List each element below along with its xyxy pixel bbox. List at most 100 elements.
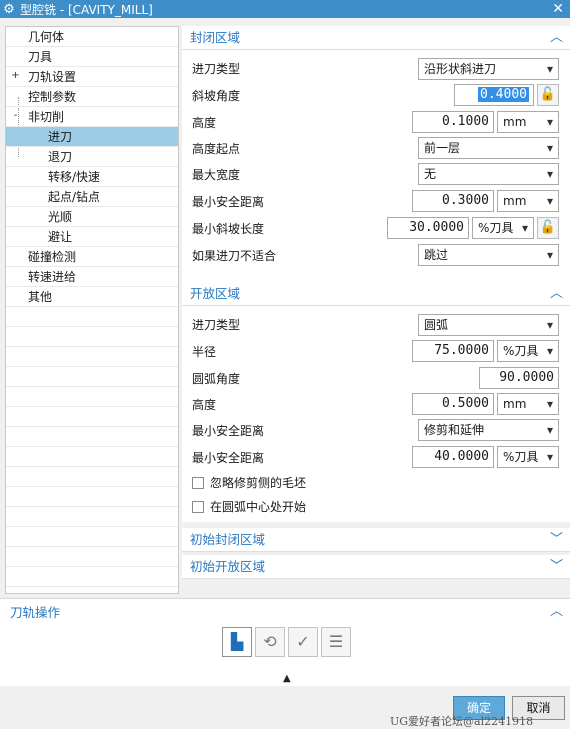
closed-area-header[interactable]: 封闭区域 ︿ xyxy=(182,26,570,50)
closed-entry-type-select[interactable]: 沿形状斜进刀 xyxy=(418,58,559,80)
open-area-header[interactable]: 开放区域 ︿ xyxy=(182,282,570,306)
tree-empty-row xyxy=(6,447,178,467)
toolpath-operations-title: 刀轨操作 xyxy=(10,605,61,620)
tree-empty-row xyxy=(6,467,178,487)
collapse-up-icon[interactable]: ︿ xyxy=(550,26,563,50)
tree-empty-row xyxy=(6,567,178,587)
radius-unit-select[interactable]: %刀具 xyxy=(497,340,559,362)
list-toolpath-icon[interactable]: ☰ xyxy=(321,627,351,657)
initial-closed-area-title: 初始封闭区域 xyxy=(190,532,266,547)
tree-item[interactable]: - 非切削 xyxy=(6,107,178,127)
tree-empty-row xyxy=(6,487,178,507)
tree-item[interactable]: 碰撞检测 xyxy=(6,247,178,267)
tree-empty-row xyxy=(6,407,178,427)
collapse-icon[interactable]: - xyxy=(11,111,20,121)
if-entry-fails-select[interactable]: 跳过 xyxy=(418,244,559,266)
radius-input[interactable]: 75.0000 xyxy=(412,340,494,362)
tree-item[interactable]: 转移/快速 xyxy=(6,167,178,187)
open-entry-type-select[interactable]: 圆弧 xyxy=(418,314,559,336)
initial-open-area-header[interactable]: 初始开放区域 ﹀ xyxy=(182,555,570,579)
tree-item-label: 进刀 xyxy=(48,130,73,144)
tree-item-label: 光顺 xyxy=(48,210,73,224)
open-height-input[interactable]: 0.5000 xyxy=(412,393,494,415)
tree-empty-row xyxy=(6,427,178,447)
tree-empty-row xyxy=(6,527,178,547)
gear-icon[interactable]: ⚙ xyxy=(0,0,18,18)
confirm-toolpath-icon[interactable]: ✓ xyxy=(288,627,318,657)
tree-item[interactable]: + 刀轨设置 xyxy=(6,67,178,87)
checkbox-box[interactable] xyxy=(192,500,204,513)
tree-item[interactable]: 进刀 xyxy=(6,127,178,147)
tree-item-label: 转移/快速 xyxy=(48,170,101,184)
ramp-angle-label: 斜坡角度 xyxy=(192,89,241,103)
ignore-trim-side-checkbox[interactable]: 忽略修剪侧的毛坯 xyxy=(192,474,306,491)
title-bar: ⚙ 型腔铣 - [CAVITY_MILL] ✕ xyxy=(0,0,570,18)
open-min-clearance-label: 最小安全距离 xyxy=(192,451,265,465)
tree-item[interactable]: 其他 xyxy=(6,287,178,307)
tree-item[interactable]: 几何体 xyxy=(6,27,178,47)
tree-item[interactable]: 避让 xyxy=(6,227,178,247)
generate-toolpath-icon[interactable]: ▙ xyxy=(222,627,252,657)
replay-toolpath-icon[interactable]: ⟲ xyxy=(255,627,285,657)
tree-item-label: 刀具 xyxy=(28,50,53,64)
tree-item-label: 非切削 xyxy=(28,110,65,124)
expand-icon[interactable]: + xyxy=(11,71,20,81)
open-min-clearance-input[interactable]: 40.0000 xyxy=(412,446,494,468)
if-entry-fails-label: 如果进刀不适合 xyxy=(192,249,277,263)
tree-item[interactable]: 转速进给 xyxy=(6,267,178,287)
closed-min-clearance-unit-select[interactable]: mm xyxy=(497,190,559,212)
open-height-unit-select[interactable]: mm xyxy=(497,393,559,415)
arc-angle-label: 圆弧角度 xyxy=(192,372,241,386)
expand-down-icon[interactable]: ﹀ xyxy=(550,528,563,552)
open-height-label: 高度 xyxy=(192,398,217,412)
expand-down-icon[interactable]: ﹀ xyxy=(550,555,563,579)
closed-entry-type-label: 进刀类型 xyxy=(192,62,241,76)
closed-min-clearance-input[interactable]: 0.3000 xyxy=(412,190,494,212)
tree-item[interactable]: 控制参数 xyxy=(6,87,178,107)
tree-item[interactable]: 光顺 xyxy=(6,207,178,227)
min-ramp-length-input[interactable]: 30.0000 xyxy=(387,217,469,239)
tree-item-label: 碰撞检测 xyxy=(28,250,77,264)
min-ramp-length-unit-select[interactable]: %刀具 xyxy=(472,217,534,239)
closed-height-label: 高度 xyxy=(192,116,217,130)
min-ramp-length-label: 最小斜坡长度 xyxy=(192,222,265,236)
tree-empty-row xyxy=(6,307,178,327)
open-entry-type-label: 进刀类型 xyxy=(192,318,241,332)
min-clearance-mode-select[interactable]: 修剪和延伸 xyxy=(418,419,559,441)
tree-empty-row xyxy=(6,387,178,407)
window-title: 型腔铣 - [CAVITY_MILL] xyxy=(20,2,153,17)
tree-item-label: 刀轨设置 xyxy=(28,70,77,84)
height-from-select[interactable]: 前一层 xyxy=(418,137,559,159)
tree-item-label: 转速进给 xyxy=(28,270,77,284)
tree-item-label: 避让 xyxy=(48,230,73,244)
min-clearance-mode-label: 最小安全距离 xyxy=(192,424,265,438)
tree-item-label: 退刀 xyxy=(48,150,73,164)
collapse-up-icon[interactable]: ︿ xyxy=(550,600,563,619)
checkbox-box[interactable] xyxy=(192,476,204,489)
close-icon[interactable]: ✕ xyxy=(552,0,564,18)
lock-icon[interactable]: 🔓 xyxy=(537,84,559,106)
tree-item[interactable]: 退刀 xyxy=(6,147,178,167)
arc-angle-input[interactable]: 90.0000 xyxy=(479,367,559,389)
closed-height-unit-select[interactable]: mm xyxy=(497,111,559,133)
tree-empty-row xyxy=(6,327,178,347)
tree-empty-row xyxy=(6,367,178,387)
start-at-arc-center-checkbox[interactable]: 在圆弧中心处开始 xyxy=(192,498,306,515)
initial-open-area-title: 初始开放区域 xyxy=(190,559,266,574)
navigation-tree: 几何体 刀具 + 刀轨设置 控制参数 - 非切削 进刀 退刀 转移/快速 起点/钻点 光顺 避让 碰撞检测… xyxy=(5,26,179,594)
tree-item[interactable]: 起点/钻点 xyxy=(6,187,178,207)
tree-empty-row xyxy=(6,547,178,567)
open-min-clearance-unit-select[interactable]: %刀具 xyxy=(497,446,559,468)
max-width-select[interactable]: 无 xyxy=(418,163,559,185)
collapse-up-icon[interactable]: ︿ xyxy=(550,282,563,306)
open-area-title: 开放区域 xyxy=(190,286,241,301)
tree-item[interactable]: 刀具 xyxy=(6,47,178,67)
radius-label: 半径 xyxy=(192,345,217,359)
collapse-dialog-icon[interactable]: ▲ xyxy=(283,673,291,684)
tree-item-label: 其他 xyxy=(28,290,53,304)
initial-closed-area-header[interactable]: 初始封闭区域 ﹀ xyxy=(182,528,570,552)
closed-height-input[interactable]: 0.1000 xyxy=(412,111,494,133)
lock-icon[interactable]: 🔓 xyxy=(537,217,559,239)
ramp-angle-input[interactable]: 0.4000 xyxy=(454,84,534,106)
open-area-body: 进刀类型 圆弧 半径 75.0000 %刀具 圆弧角度 90.0000 高度 0… xyxy=(182,306,570,522)
